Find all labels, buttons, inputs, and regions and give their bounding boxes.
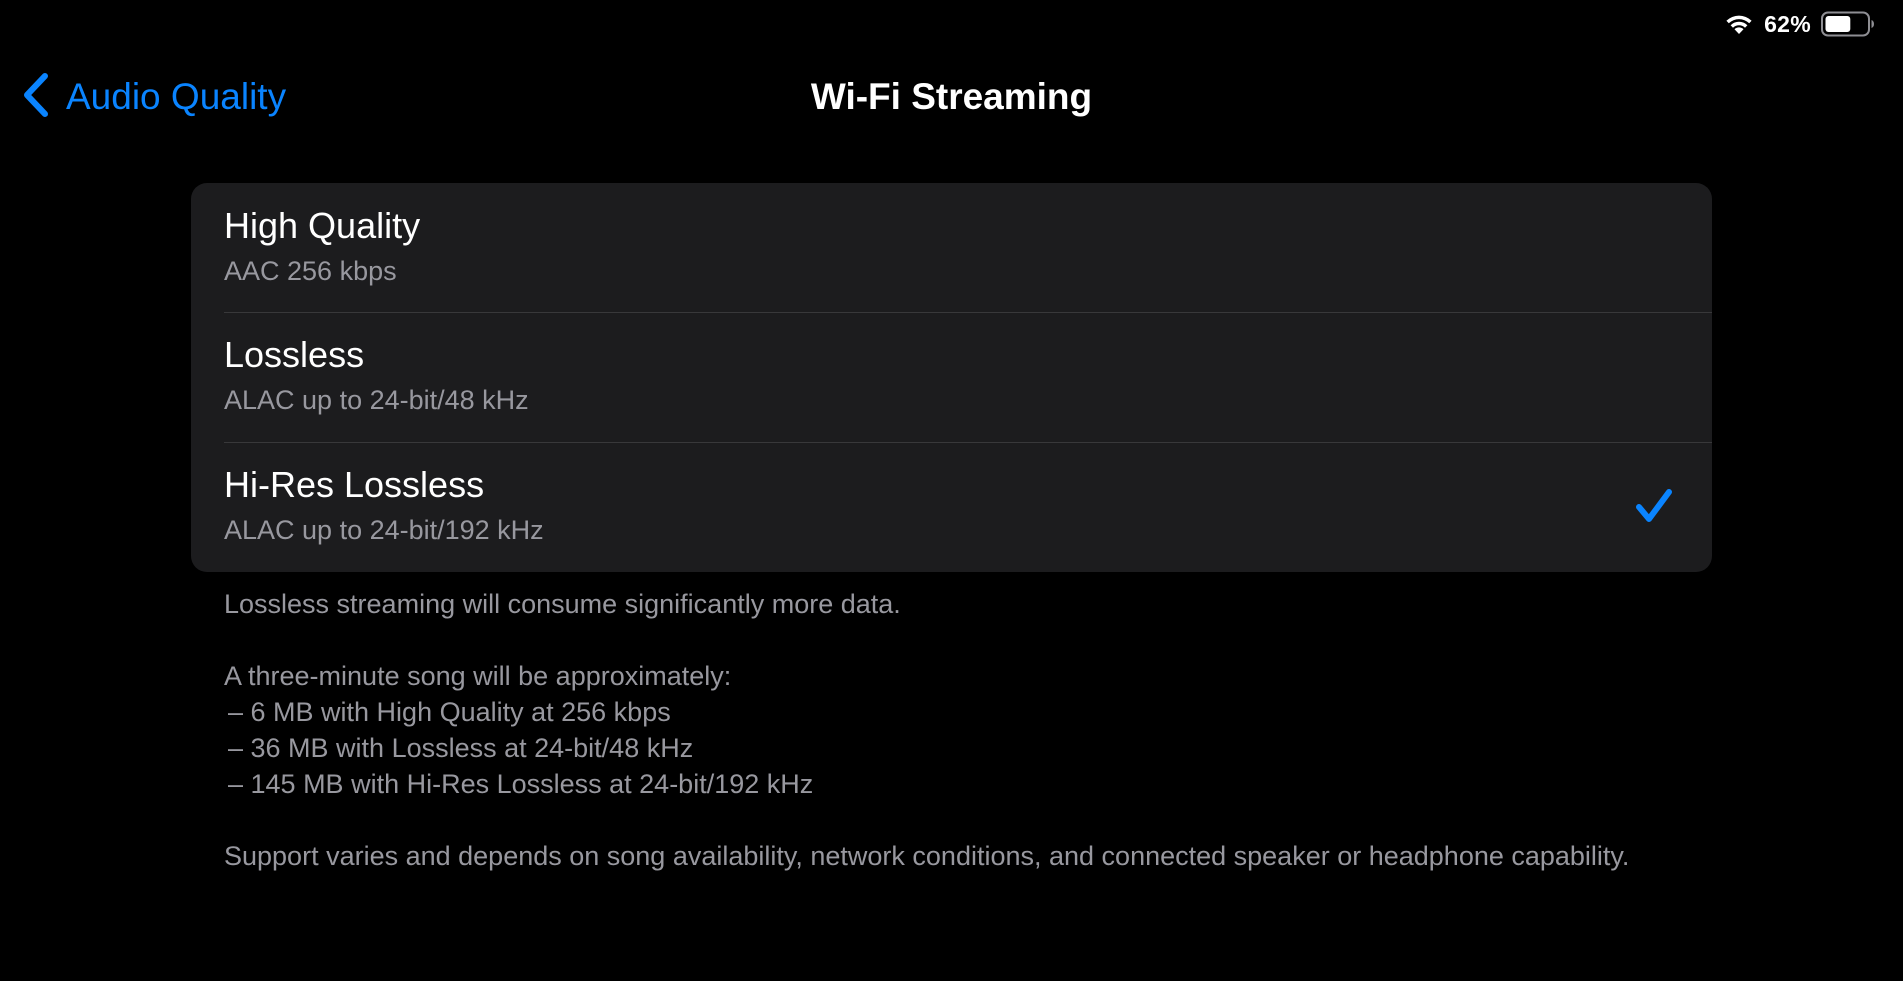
wifi-icon xyxy=(1724,12,1754,36)
footer-notes: Lossless streaming will consume signific… xyxy=(224,586,1684,874)
support-note: Support varies and depends on song avail… xyxy=(224,841,1630,871)
size-bullet-lossless: – 36 MB with Lossless at 24-bit/48 kHz xyxy=(228,733,694,763)
battery-percentage: 62% xyxy=(1764,10,1811,37)
option-title: Lossless xyxy=(224,334,365,375)
option-subtitle: ALAC up to 24-bit/192 kHz xyxy=(224,515,544,545)
option-subtitle: AAC 256 kbps xyxy=(224,256,397,286)
option-high-quality[interactable]: High Quality AAC 256 kbps xyxy=(191,183,1712,312)
size-bullet-hi-res: – 145 MB with Hi-Res Lossless at 24-bit/… xyxy=(228,769,814,799)
song-size-intro: A three-minute song will be approximatel… xyxy=(224,661,732,691)
option-title: Hi-Res Lossless xyxy=(224,464,485,505)
screen: 62% Audio Quality Wi-Fi Streaming High Q… xyxy=(0,0,1903,981)
status-bar: 62% xyxy=(1724,8,1875,40)
option-hi-res-lossless[interactable]: Hi-Res Lossless ALAC up to 24-bit/192 kH… xyxy=(191,442,1712,572)
quality-options-list: High Quality AAC 256 kbps Lossless ALAC … xyxy=(191,183,1712,572)
checkmark-icon xyxy=(1634,486,1674,526)
option-title: High Quality xyxy=(224,205,421,246)
size-bullet-high-quality: – 6 MB with High Quality at 256 kbps xyxy=(228,697,671,727)
option-subtitle: ALAC up to 24-bit/48 kHz xyxy=(224,385,529,415)
data-usage-note: Lossless streaming will consume signific… xyxy=(224,589,901,619)
battery-icon xyxy=(1821,11,1875,37)
page-title: Wi-Fi Streaming xyxy=(810,76,1093,117)
option-lossless[interactable]: Lossless ALAC up to 24-bit/48 kHz xyxy=(191,312,1712,442)
